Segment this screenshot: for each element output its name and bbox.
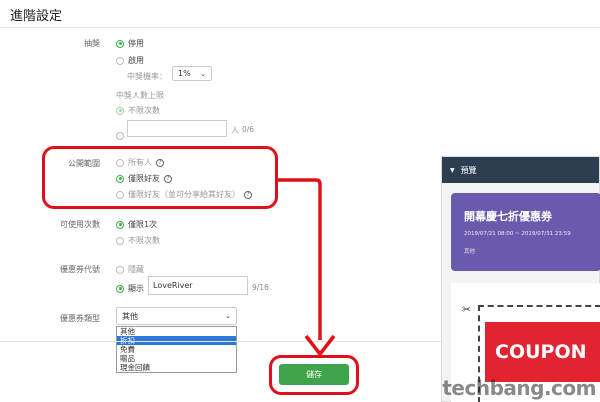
win-rate-label: 中獎機率： xyxy=(127,72,167,81)
radio-icon xyxy=(116,265,124,274)
code-option-show[interactable]: 顯示 xyxy=(116,283,144,294)
coupon-code-label: 優惠券代號 xyxy=(60,265,100,274)
dropdown-option-free[interactable]: 免費 xyxy=(117,345,236,354)
coupon-code-char-count: 9/16 xyxy=(252,283,269,292)
limit-char-count: 0/6 xyxy=(242,125,255,134)
usage-label: 可使用次數 xyxy=(60,220,100,229)
caret-down-icon[interactable]: ▼ xyxy=(450,167,455,174)
dropdown-option-gift[interactable]: 贈品 xyxy=(117,354,236,363)
coupon-dates: 2019/07/21 08:00 ~ 2019/07/31 23:59 xyxy=(464,231,571,237)
page-title: 進階設定 xyxy=(10,9,63,24)
usage-option-once[interactable]: 僅限1次 xyxy=(116,219,157,230)
limit-option-custom-radio[interactable] xyxy=(116,132,124,140)
radio-icon xyxy=(116,56,124,65)
usage-option-unlimited[interactable]: 不限次數 xyxy=(116,235,160,246)
chevron-down-icon: ⌄ xyxy=(200,69,206,78)
draw-option-disable[interactable]: 停用 xyxy=(116,38,144,49)
code-option-hide[interactable]: 隱藏 xyxy=(116,264,144,275)
radio-icon xyxy=(116,220,124,229)
win-rate-select[interactable]: 1% ⌄ xyxy=(172,66,212,81)
radio-icon xyxy=(116,236,124,245)
radio-icon xyxy=(116,39,124,48)
limit-label: 中獎人數上限 xyxy=(116,91,164,100)
watermark-logo: techbang.com xyxy=(442,376,596,400)
scissors-icon: ✂ xyxy=(462,303,472,316)
coupon-type-select[interactable]: 其他 ⌄ xyxy=(116,307,237,325)
coupon-title: 開幕慶七折優惠券 xyxy=(464,210,552,223)
coupon-type-label: 優惠券類型 xyxy=(60,314,100,323)
footer-divider xyxy=(0,341,441,342)
radio-icon xyxy=(116,284,124,293)
preview-panel: ▼ 預覽 開幕慶七折優惠券 2019/07/21 08:00 ~ 2019/07… xyxy=(441,156,600,402)
dropdown-option-other[interactable]: 其他 xyxy=(117,327,236,336)
coupon-banner: COUPON xyxy=(485,322,600,382)
radio-icon xyxy=(116,106,124,115)
limit-unit: 人 xyxy=(231,126,239,135)
limit-count-input[interactable] xyxy=(127,120,227,137)
dropdown-option-cashback[interactable]: 現金回饋 xyxy=(117,363,236,372)
save-button[interactable]: 儲存 xyxy=(279,364,349,385)
draw-option-enable[interactable]: 啟用 xyxy=(116,55,144,66)
arrow-annotation xyxy=(278,178,336,357)
coupon-type-dropdown: 其他 折扣 免費 贈品 現金回饋 xyxy=(116,326,237,373)
draw-label: 抽獎 xyxy=(84,39,100,48)
chevron-down-icon: ⌄ xyxy=(225,312,231,320)
coupon-card: 開幕慶七折優惠券 2019/07/21 08:00 ~ 2019/07/31 2… xyxy=(451,193,600,271)
preview-header: ▼ 預覽 xyxy=(442,157,599,183)
highlight-box-visibility xyxy=(42,146,278,209)
coupon-tag: 其他 xyxy=(464,249,476,255)
limit-option-unlimited[interactable]: 不限次數 xyxy=(116,105,160,116)
coupon-code-input[interactable]: LoveRiver xyxy=(148,276,248,295)
title-divider xyxy=(0,27,600,28)
